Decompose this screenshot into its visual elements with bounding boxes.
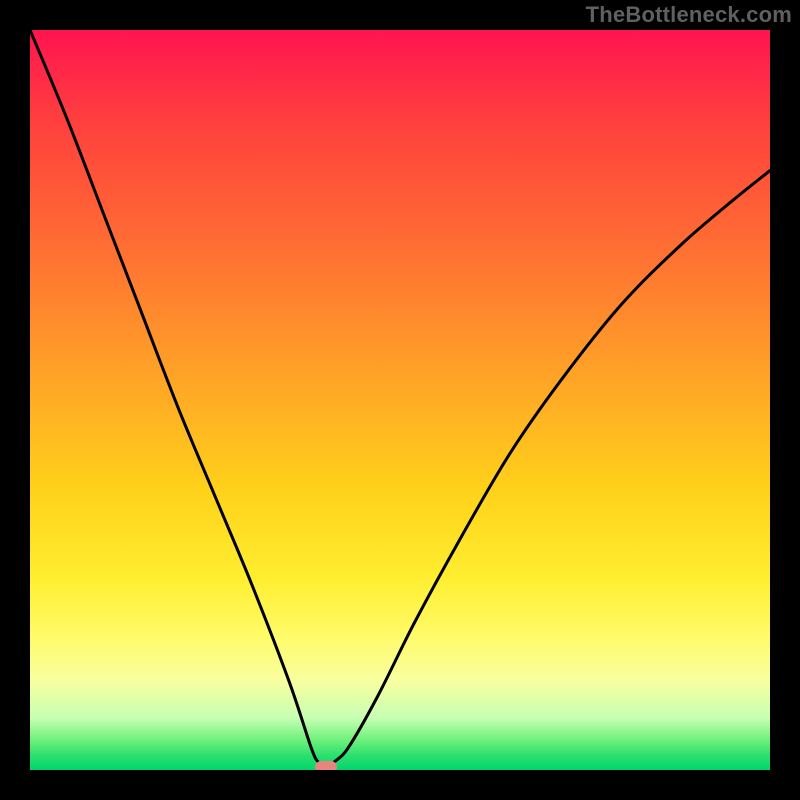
curve-path [30, 30, 770, 770]
bottleneck-curve [30, 30, 770, 770]
watermark-text: TheBottleneck.com [586, 2, 792, 28]
chart-frame: TheBottleneck.com [0, 0, 800, 800]
plot-area [30, 30, 770, 770]
optimal-marker [315, 761, 337, 770]
